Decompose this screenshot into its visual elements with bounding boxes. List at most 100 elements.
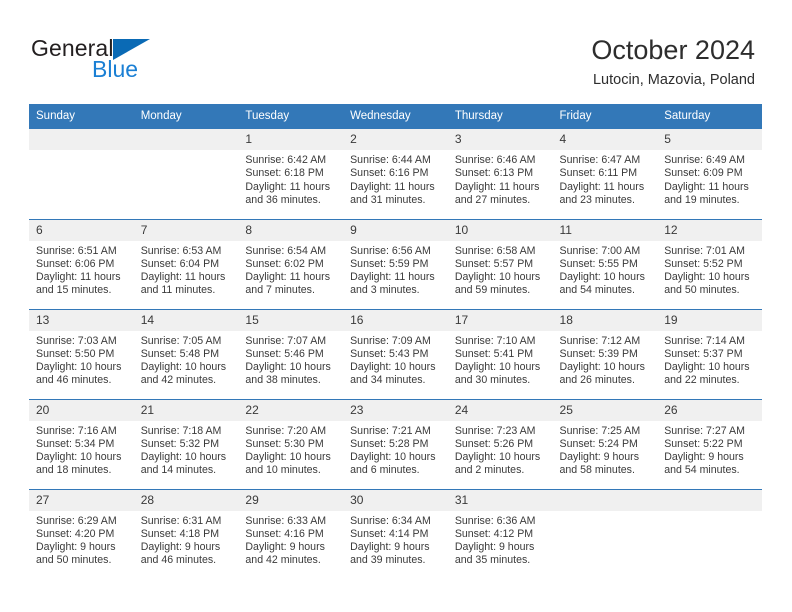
title-block: October 2024 Lutocin, Mazovia, Poland: [591, 34, 755, 90]
daylight-text-line1: Daylight: 9 hours: [140, 541, 221, 554]
page-header: General Blue October 2024 Lutocin, Mazov…: [0, 0, 792, 102]
calendar-day-cell[interactable]: 10 Sunrise: 6:58 AM Sunset: 5:57 PM Dayligh…: [447, 218, 553, 309]
day-number: 28: [133, 489, 239, 511]
day-details: Sunrise: 6:49 AM Sunset: 6:09 PM Daylight:…: [657, 150, 762, 207]
calendar-day-cell[interactable]: 27 Sunrise: 6:29 AM Sunset: 4:20 PM Dayligh…: [29, 488, 134, 579]
daylight-text-line2: and 23 minutes.: [559, 193, 635, 206]
day-number: [552, 489, 658, 511]
daylight-text-line2: and 42 minutes.: [245, 554, 321, 567]
daylight-text-line2: and 38 minutes.: [245, 374, 321, 387]
daylight-text-line2: and 50 minutes.: [664, 284, 740, 297]
weekday-header-friday: Friday: [552, 104, 658, 129]
day-details: Sunrise: 7:10 AM Sunset: 5:41 PM Daylight:…: [448, 331, 553, 388]
calendar-day-cell[interactable]: 11 Sunrise: 7:00 AM Sunset: 5:55 PM Dayligh…: [552, 218, 658, 309]
weekday-header-wednesday: Wednesday: [343, 104, 448, 129]
sunrise-text: Sunrise: 6:42 AM: [245, 154, 327, 166]
daylight-text-line1: Daylight: 11 hours: [454, 180, 540, 193]
day-number: [657, 489, 762, 511]
sunset-text: Sunset: 4:16 PM: [245, 527, 324, 540]
calendar-day-cell[interactable]: 2 Sunrise: 6:44 AM Sunset: 6:16 PM Daylight…: [343, 129, 448, 219]
day-details: Sunrise: 7:27 AM Sunset: 5:22 PM Daylight:…: [657, 421, 762, 478]
day-number: 27: [29, 489, 134, 511]
calendar-day-cell[interactable]: 1 Sunrise: 6:42 AM Sunset: 6:18 PM Daylight…: [238, 129, 344, 219]
daylight-text-line1: Daylight: 10 hours: [36, 361, 122, 374]
sunrise-text: Sunrise: 6:47 AM: [559, 154, 641, 166]
sunset-text: Sunset: 5:32 PM: [140, 437, 220, 450]
calendar-day-cell[interactable]: 17 Sunrise: 7:10 AM Sunset: 5:41 PM Dayligh…: [447, 308, 553, 399]
day-number: 24: [447, 399, 553, 421]
daylight-text-line1: Daylight: 10 hours: [245, 361, 331, 374]
sunrise-text: Sunrise: 6:54 AM: [245, 244, 327, 257]
calendar-day-cell[interactable]: 25 Sunrise: 7:25 AM Sunset: 5:24 PM Dayligh…: [552, 398, 658, 489]
sunrise-text: Sunrise: 7:21 AM: [350, 424, 431, 437]
daylight-text-line2: and 30 minutes.: [454, 374, 531, 387]
calendar-page: General Blue October 2024 Lutocin, Mazov…: [0, 0, 792, 612]
calendar-day-cell[interactable]: 22 Sunrise: 7:20 AM Sunset: 5:30 PM Dayligh…: [238, 398, 344, 489]
calendar-week-row: 27 Sunrise: 6:29 AM Sunset: 4:20 PM Dayligh…: [29, 488, 762, 579]
daylight-text-line1: Daylight: 11 hours: [559, 180, 645, 193]
calendar-day-cell[interactable]: 26 Sunrise: 7:27 AM Sunset: 5:22 PM Dayligh…: [657, 398, 762, 489]
day-details: Sunrise: 6:58 AM Sunset: 5:57 PM Daylight:…: [448, 241, 553, 298]
day-details: Sunrise: 7:23 AM Sunset: 5:26 PM Daylight:…: [448, 421, 553, 478]
sunset-text: Sunset: 5:46 PM: [245, 347, 324, 360]
day-number: [29, 129, 134, 150]
calendar-day-cell[interactable]: 16 Sunrise: 7:09 AM Sunset: 5:43 PM Dayligh…: [343, 308, 448, 399]
sunset-text: Sunset: 5:34 PM: [36, 437, 115, 450]
page-subtitle: Lutocin, Mazovia, Poland: [592, 72, 755, 88]
calendar-day-cell[interactable]: 31 Sunrise: 6:36 AM Sunset: 4:12 PM Dayligh…: [447, 488, 553, 579]
daylight-text-line2: and 22 minutes.: [664, 374, 740, 387]
calendar-day-cell[interactable]: 14 Sunrise: 7:05 AM Sunset: 5:48 PM Dayligh…: [133, 308, 239, 399]
calendar-day-cell[interactable]: 6 Sunrise: 6:51 AM Sunset: 6:06 PM Daylight…: [29, 218, 134, 309]
day-details: Sunrise: 7:18 AM Sunset: 5:32 PM Daylight:…: [134, 421, 239, 478]
daylight-text-line2: and 39 minutes.: [350, 554, 426, 567]
calendar-day-cell[interactable]: 24 Sunrise: 7:23 AM Sunset: 5:26 PM Dayligh…: [447, 398, 553, 489]
sunset-text: Sunset: 5:37 PM: [664, 347, 743, 360]
calendar-day-cell[interactable]: 12 Sunrise: 7:01 AM Sunset: 5:52 PM Dayligh…: [657, 218, 762, 309]
day-number: 21: [133, 399, 239, 421]
calendar-week-row: 6 Sunrise: 6:51 AM Sunset: 6:06 PM Daylight…: [29, 218, 762, 309]
calendar-day-cell[interactable]: 18 Sunrise: 7:12 AM Sunset: 5:39 PM Dayligh…: [552, 308, 658, 399]
sunrise-text: Sunrise: 6:58 AM: [454, 244, 536, 257]
triangle-icon: [112, 39, 150, 60]
daylight-text-line2: and 59 minutes.: [454, 284, 531, 297]
sunrise-sunset-calendar: Sunday Monday Tuesday Wednesday Thursday Frid…: [29, 104, 762, 579]
daylight-text-line1: Daylight: 11 hours: [245, 271, 331, 284]
calendar-day-cell[interactable]: 8 Sunrise: 6:54 AM Sunset: 6:02 PM Daylight…: [238, 218, 344, 309]
daylight-text-line2: and 26 minutes.: [559, 374, 635, 387]
calendar-week-row: 1 Sunrise: 6:42 AM Sunset: 6:18 PM Daylight…: [29, 129, 762, 219]
sunset-text: Sunset: 6:16 PM: [350, 167, 429, 180]
day-number: 14: [133, 309, 239, 331]
calendar-day-cell[interactable]: 13 Sunrise: 7:03 AM Sunset: 5:50 PM Dayligh…: [29, 308, 134, 399]
calendar-day-cell[interactable]: 28 Sunrise: 6:31 AM Sunset: 4:18 PM Dayligh…: [133, 488, 239, 579]
sunset-text: Sunset: 4:12 PM: [454, 527, 534, 540]
calendar-day-cell[interactable]: 9 Sunrise: 6:56 AM Sunset: 5:59 PM Daylight…: [343, 218, 448, 309]
day-number: 16: [343, 309, 448, 331]
day-details: Sunrise: 7:01 AM Sunset: 5:52 PM Daylight:…: [657, 241, 762, 298]
calendar-day-cell[interactable]: 15 Sunrise: 7:07 AM Sunset: 5:46 PM Dayligh…: [238, 308, 344, 399]
day-number: 22: [238, 399, 344, 421]
day-number: 2: [343, 129, 448, 150]
calendar-day-cell[interactable]: 4 Sunrise: 6:47 AM Sunset: 6:11 PM Daylight…: [552, 129, 658, 219]
calendar-day-cell[interactable]: 19 Sunrise: 7:14 AM Sunset: 5:37 PM Dayligh…: [657, 308, 762, 399]
sunrise-text: Sunrise: 7:12 AM: [559, 334, 641, 347]
sunset-text: Sunset: 4:20 PM: [36, 527, 115, 540]
day-details: Sunrise: 7:16 AM Sunset: 5:34 PM Daylight:…: [29, 421, 134, 478]
calendar-day-cell[interactable]: 23 Sunrise: 7:21 AM Sunset: 5:28 PM Dayligh…: [343, 398, 448, 489]
calendar-day-cell[interactable]: 30 Sunrise: 6:34 AM Sunset: 4:14 PM Dayligh…: [343, 488, 448, 579]
calendar-body: 1 Sunrise: 6:42 AM Sunset: 6:18 PM Daylight…: [29, 129, 762, 579]
sunrise-text: Sunrise: 7:03 AM: [36, 334, 117, 347]
calendar-day-cell[interactable]: 21 Sunrise: 7:18 AM Sunset: 5:32 PM Dayligh…: [133, 398, 239, 489]
calendar-day-cell[interactable]: 7 Sunrise: 6:53 AM Sunset: 6:04 PM Daylight…: [133, 218, 239, 309]
sunset-text: Sunset: 5:59 PM: [350, 257, 429, 270]
day-number: 31: [447, 489, 553, 511]
day-details: Sunrise: 7:14 AM Sunset: 5:37 PM Daylight:…: [657, 331, 762, 388]
sunrise-text: Sunrise: 7:14 AM: [664, 334, 745, 347]
daylight-text-line2: and 10 minutes.: [245, 464, 321, 477]
sunrise-text: Sunrise: 7:20 AM: [245, 424, 327, 437]
calendar-day-cell[interactable]: 20 Sunrise: 7:16 AM Sunset: 5:34 PM Dayligh…: [29, 398, 134, 489]
weekday-header-monday: Monday: [133, 104, 239, 129]
calendar-day-cell[interactable]: 5 Sunrise: 6:49 AM Sunset: 6:09 PM Daylight…: [657, 129, 762, 219]
daylight-text-line1: Daylight: 10 hours: [140, 361, 227, 374]
calendar-day-cell[interactable]: 29 Sunrise: 6:33 AM Sunset: 4:16 PM Dayligh…: [238, 488, 344, 579]
calendar-day-cell[interactable]: 3 Sunrise: 6:46 AM Sunset: 6:13 PM Daylight…: [447, 129, 553, 219]
